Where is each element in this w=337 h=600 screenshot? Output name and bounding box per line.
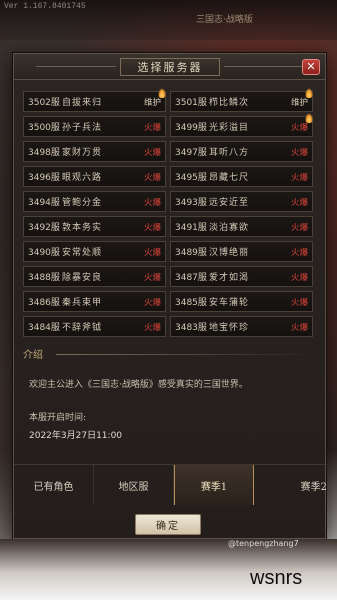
server-select-dialog: 选择服务器 ✕ 3502服 自拔来归 维护 3501服 栉比鳞次 维护 3500服 孙子兵法火… bbox=[13, 53, 327, 539]
server-item[interactable]: 3492服 敦本务实 火爆 bbox=[23, 216, 166, 237]
server-item[interactable]: 3497服 耳听八方 火爆 bbox=[170, 141, 313, 162]
server-status: 火爆 bbox=[290, 323, 308, 333]
title-decoration-right bbox=[224, 66, 304, 67]
server-id: 3499服 bbox=[175, 123, 207, 133]
server-item[interactable]: 3502服 自拔来归 维护 bbox=[23, 88, 166, 112]
flame-icon bbox=[158, 88, 166, 98]
server-item[interactable]: 3501服 栉比鳞次 维护 bbox=[170, 88, 313, 112]
server-id: 3491服 bbox=[175, 223, 207, 233]
server-status: 火爆 bbox=[143, 148, 161, 158]
server-tabs: 已有角色 地区服 赛季1 赛季2 bbox=[14, 464, 327, 505]
server-id: 3486服 bbox=[28, 298, 60, 308]
server-id: 3495服 bbox=[175, 173, 207, 183]
server-item[interactable]: 3493服 远安近至 火爆 bbox=[170, 191, 313, 212]
server-item[interactable]: 3499服 光彩溢目 火爆 bbox=[170, 113, 313, 137]
server-status: 火爆 bbox=[290, 273, 308, 283]
server-id: 3487服 bbox=[175, 273, 207, 283]
server-id: 3483服 bbox=[175, 323, 207, 333]
server-status: 火爆 bbox=[143, 323, 161, 333]
dialog-header: 选择服务器 ✕ bbox=[14, 54, 325, 80]
server-status: 火爆 bbox=[143, 198, 161, 208]
server-status: 火爆 bbox=[143, 223, 161, 233]
flame-icon bbox=[305, 88, 313, 98]
intro-text: 欢迎主公进入《三国志·战略版》感受真实的三国世界。 bbox=[29, 380, 248, 390]
watermark-handle: @tenpengzhang7 bbox=[228, 539, 299, 548]
server-status: 火爆 bbox=[143, 273, 161, 283]
server-status: 维护 bbox=[290, 98, 308, 108]
server-item[interactable]: 3488服 除暴安良 火爆 bbox=[23, 266, 166, 287]
server-status: 火爆 bbox=[143, 123, 161, 133]
server-id: 3488服 bbox=[28, 273, 60, 283]
server-id: 3501服 bbox=[175, 98, 207, 108]
server-status: 火爆 bbox=[143, 173, 161, 183]
intro-divider bbox=[56, 354, 318, 355]
server-status: 火爆 bbox=[290, 123, 308, 133]
watermark-logo: wsnrs bbox=[250, 567, 303, 589]
open-time-label: 本服开启时间: bbox=[29, 413, 87, 423]
faded-game-title: 三国志·战略版 bbox=[196, 15, 253, 25]
server-item[interactable]: 3483服 地宝怀珍 火爆 bbox=[170, 316, 313, 337]
server-status: 火爆 bbox=[290, 198, 308, 208]
server-item[interactable]: 3498服 家财万贯 火爆 bbox=[23, 141, 166, 162]
server-item[interactable]: 3494服 管鲍分金 火爆 bbox=[23, 191, 166, 212]
tab-season-1[interactable]: 赛季1 bbox=[174, 465, 254, 505]
server-id: 3485服 bbox=[175, 298, 207, 308]
server-id: 3490服 bbox=[28, 248, 60, 258]
server-id: 3494服 bbox=[28, 198, 60, 208]
server-status: 火爆 bbox=[143, 298, 161, 308]
version-text: Ver 1.167.8401745 bbox=[4, 2, 86, 11]
server-id: 3500服 bbox=[28, 123, 60, 133]
server-id: 3489服 bbox=[175, 248, 207, 258]
close-button[interactable]: ✕ bbox=[302, 59, 320, 75]
server-status: 火爆 bbox=[143, 248, 161, 258]
server-status: 火爆 bbox=[290, 298, 308, 308]
title-decoration-left bbox=[36, 66, 116, 67]
server-item[interactable]: 3500服 孙子兵法 火爆 bbox=[23, 116, 166, 137]
server-status: 火爆 bbox=[290, 248, 308, 258]
server-id: 3484服 bbox=[28, 323, 60, 333]
server-item[interactable]: 3495服 昂藏七尺 火爆 bbox=[170, 166, 313, 187]
dialog-title-frame: 选择服务器 bbox=[120, 58, 220, 76]
confirm-button[interactable]: 确定 bbox=[135, 514, 201, 535]
server-id: 3493服 bbox=[175, 198, 207, 208]
server-item[interactable]: 3496服 眼观六路 火爆 bbox=[23, 166, 166, 187]
server-id: 3496服 bbox=[28, 173, 60, 183]
server-item[interactable]: 3487服 爱才如渴 火爆 bbox=[170, 266, 313, 287]
flame-icon bbox=[305, 113, 313, 123]
server-id: 3498服 bbox=[28, 148, 60, 158]
server-item[interactable]: 3489服 汉博绝丽 火爆 bbox=[170, 241, 313, 262]
server-list: 3502服 自拔来归 维护 3501服 栉比鳞次 维护 3500服 孙子兵法 火爆 3499服 光彩… bbox=[23, 88, 318, 337]
server-id: 3502服 bbox=[28, 98, 60, 108]
server-status: 火爆 bbox=[290, 148, 308, 158]
server-status: 火爆 bbox=[290, 173, 308, 183]
intro-heading: 介绍 bbox=[23, 350, 43, 361]
server-item[interactable]: 3486服 秦兵束甲 火爆 bbox=[23, 291, 166, 312]
server-item[interactable]: 3485服 安车蒲轮 火爆 bbox=[170, 291, 313, 312]
server-item[interactable]: 3491服 淡泊寡欲 火爆 bbox=[170, 216, 313, 237]
server-status: 火爆 bbox=[290, 223, 308, 233]
server-id: 3497服 bbox=[175, 148, 207, 158]
server-item[interactable]: 3484服 不辞斧钺 火爆 bbox=[23, 316, 166, 337]
server-status: 维护 bbox=[143, 98, 161, 108]
tab-season-2[interactable]: 赛季2 bbox=[254, 465, 327, 505]
server-id: 3492服 bbox=[28, 223, 60, 233]
tab-existing-roles[interactable]: 已有角色 bbox=[14, 465, 94, 505]
open-time-value: 2022年3月27日11:00 bbox=[29, 431, 123, 441]
server-item[interactable]: 3490服 安常处顺 火爆 bbox=[23, 241, 166, 262]
dialog-title: 选择服务器 bbox=[137, 61, 203, 74]
tab-region[interactable]: 地区服 bbox=[94, 465, 174, 505]
